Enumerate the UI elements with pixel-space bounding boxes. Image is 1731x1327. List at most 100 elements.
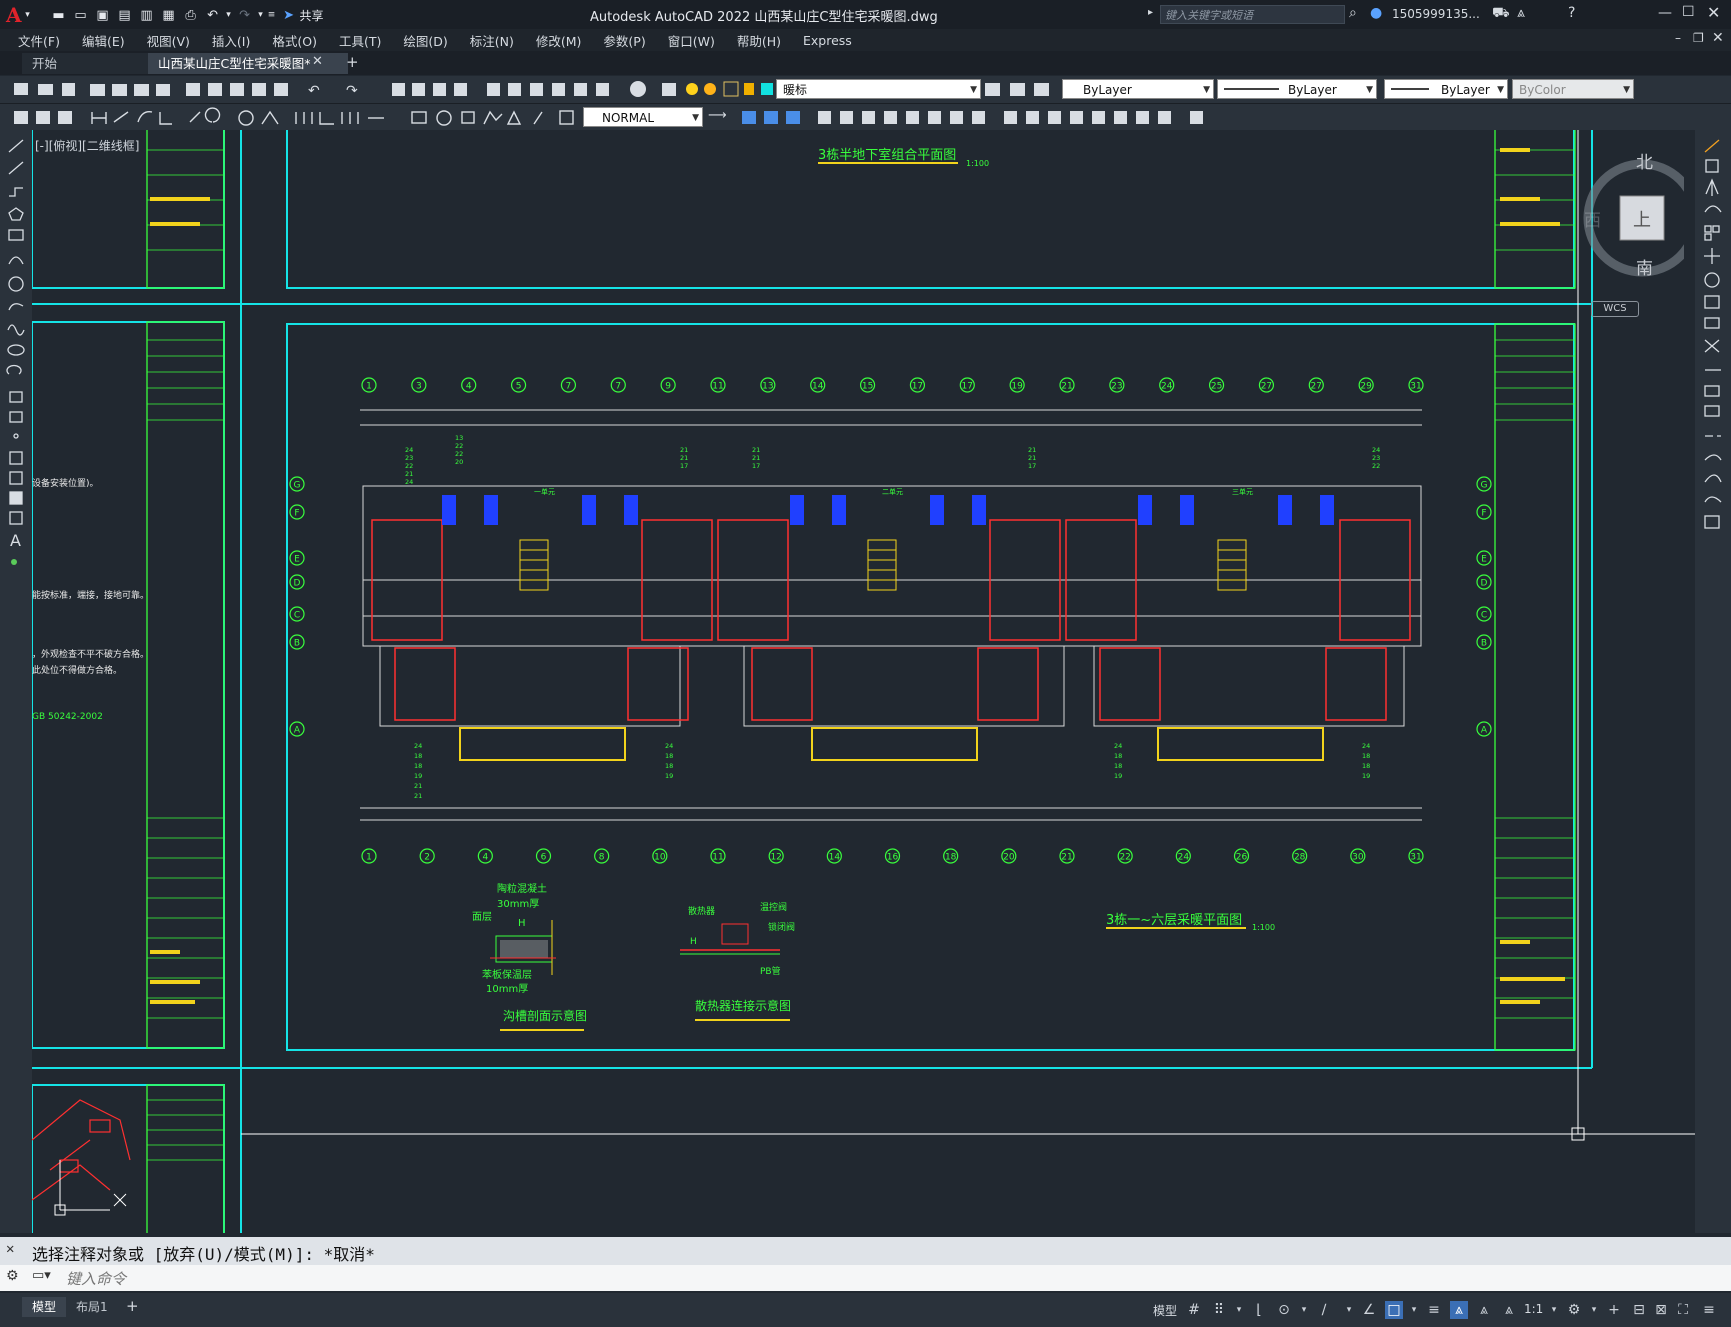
menu-dimension[interactable]: 标注(N) [459, 31, 525, 50]
lineweight-dropdown-arrow-icon: ▼ [1497, 85, 1504, 95]
transparency-icon[interactable]: ≡ [1425, 1301, 1443, 1319]
svg-text:17: 17 [1028, 462, 1036, 470]
maximize-icon[interactable]: ☐ [1682, 4, 1695, 20]
save-as-icon[interactable]: ▤ [114, 5, 136, 25]
tab-model[interactable]: 模型 [22, 1297, 67, 1317]
customize-qat-icon[interactable]: ≡ [266, 5, 278, 25]
help-icon[interactable]: ? [1568, 5, 1575, 21]
svg-text:21: 21 [1028, 446, 1036, 454]
layer-dropdown[interactable]: 暖标 ▼ [776, 79, 981, 99]
osnap-tracking-icon[interactable]: ∕ [1315, 1301, 1333, 1319]
autodesk-app-icon[interactable]: ⩓ [1517, 5, 1525, 21]
command-input[interactable]: 键入命令 [66, 1268, 126, 1289]
chamfer-icon [1704, 454, 1722, 461]
command-close-icon[interactable]: ✕ [6, 1241, 14, 1257]
model-space-toggle[interactable]: 模型 [1153, 1302, 1177, 1319]
menu-window[interactable]: 窗口(W) [657, 31, 726, 50]
command-input-bar[interactable]: ⚙ ▭▾ 键入命令 [0, 1265, 1731, 1291]
wcs-menu[interactable]: WCS [1591, 301, 1639, 317]
modify-toolbar-icons[interactable] [1695, 130, 1731, 550]
polar-dropdown-icon[interactable]: ▾ [1295, 1301, 1313, 1319]
cart-icon[interactable]: ⛟ [1492, 5, 1510, 23]
search-input[interactable]: 键入关键字或短语 [1160, 5, 1345, 24]
snap-icon[interactable]: ⠿ [1210, 1301, 1228, 1319]
tab-start[interactable]: 开始 [22, 53, 160, 74]
menu-express[interactable]: Express [792, 33, 863, 48]
doc-minimize-icon[interactable]: – [1675, 31, 1681, 45]
osnap-dropdown-icon[interactable]: ▾ [1340, 1301, 1358, 1319]
minimize-icon[interactable]: — [1658, 5, 1672, 21]
app-menu-chevron-icon[interactable]: ▾ [22, 5, 34, 25]
annotation-scale[interactable]: 1:1 [1524, 1302, 1543, 1316]
tab-layout1[interactable]: 布局1 [66, 1297, 118, 1317]
menu-draw[interactable]: 绘图(D) [392, 31, 458, 50]
redo-dropdown-icon[interactable]: ▾ [256, 5, 266, 25]
undo-icon[interactable]: ↶ [202, 5, 224, 25]
share-label[interactable]: 共享 [300, 7, 324, 24]
menu-file[interactable]: 文件(F) [0, 31, 71, 50]
menu-insert[interactable]: 插入(I) [201, 31, 261, 50]
draw-toolbar-icons[interactable]: A [0, 130, 32, 590]
viewport-label[interactable]: [-][俯视][二维线框] [35, 138, 139, 153]
object-snap-dropdown-icon[interactable]: ▾ [1405, 1301, 1423, 1319]
drawing-area[interactable]: [-][俯视][二维线框] 设备安装位置)。 能按标准，端接，接地可靠。 ，外观… [32, 130, 1695, 1233]
scale-dropdown-icon[interactable]: ▾ [1545, 1301, 1563, 1319]
tab-close-icon[interactable]: ✕ [312, 54, 323, 69]
menu-modify[interactable]: 修改(M) [525, 31, 593, 50]
doc-restore-icon[interactable]: ❐ [1693, 31, 1704, 45]
annotation-visibility-icon[interactable]: ⩓ [1450, 1301, 1468, 1319]
doc-close-icon[interactable]: ✕ [1712, 30, 1724, 46]
anno-autoscale-icon [1136, 111, 1149, 124]
user-icon[interactable]: ● [1370, 5, 1382, 21]
workspace-dropdown-icon[interactable]: ▾ [1585, 1301, 1603, 1319]
workspace-icon[interactable]: ⚙ [1565, 1301, 1583, 1319]
plotstyle-dropdown[interactable]: ByColor ▼ [1512, 79, 1634, 99]
menu-format[interactable]: 格式(O) [261, 31, 328, 50]
new-file-icon[interactable]: ▬ [48, 5, 70, 25]
user-account[interactable]: 1505999135... [1392, 7, 1480, 21]
open-web-icon[interactable]: ▥ [136, 5, 158, 25]
grid-icon[interactable]: # [1185, 1301, 1203, 1319]
undo-dropdown-icon[interactable]: ▾ [224, 5, 234, 25]
units-icon[interactable]: ⊟ [1630, 1301, 1648, 1319]
menu-help[interactable]: 帮助(H) [726, 31, 792, 50]
polar-icon[interactable]: ⊙ [1275, 1301, 1293, 1319]
auto-scale-icon[interactable]: ⩓ [1475, 1301, 1493, 1319]
search-icon[interactable]: ⌕ [1349, 5, 1357, 21]
viewcube[interactable]: 上 北 南 东 西 [1564, 136, 1684, 296]
anno-scale-icon[interactable]: ⩓ [1500, 1301, 1518, 1319]
dimension-toolbar-icons[interactable] [0, 104, 1731, 131]
close-icon[interactable]: ✕ [1707, 3, 1720, 22]
fullscreen-icon[interactable]: ⛶ [1674, 1301, 1692, 1319]
add-layout-icon[interactable]: + [126, 1297, 139, 1315]
leader-style-icon[interactable]: ⟶ [708, 108, 727, 123]
menu-parametric[interactable]: 参数(P) [592, 31, 656, 50]
designcenter-icon [508, 83, 521, 96]
open-file-icon[interactable]: ▭ [70, 5, 92, 25]
search-expand-icon[interactable]: ▸ [1148, 7, 1153, 18]
annotation-monitor-icon[interactable]: + [1605, 1301, 1623, 1319]
new-tab-icon[interactable]: + [346, 53, 359, 71]
customization-icon[interactable]: ≡ [1700, 1301, 1718, 1319]
color-dropdown[interactable]: ByLayer ▼ [1062, 79, 1214, 99]
lineweight-toggle-icon[interactable]: ∠ [1360, 1301, 1378, 1319]
save-web-icon[interactable]: ▦ [158, 5, 180, 25]
drawing-svg[interactable]: [-][俯视][二维线框] 设备安装位置)。 能按标准，端接，接地可靠。 ，外观… [32, 130, 1695, 1233]
menu-edit[interactable]: 编辑(E) [71, 31, 136, 50]
share-icon[interactable]: ➤ [278, 5, 300, 25]
svg-text:21: 21 [1028, 454, 1036, 462]
isolate-icon[interactable]: ⊠ [1652, 1301, 1670, 1319]
ortho-icon[interactable]: ⌊ [1250, 1301, 1268, 1319]
autocad-logo-icon[interactable]: A [6, 3, 22, 27]
save-icon[interactable]: ▣ [92, 5, 114, 25]
customize-command-icon[interactable]: ⚙ [6, 1268, 19, 1284]
object-snap-icon[interactable]: □ [1385, 1301, 1403, 1319]
textstyle-dropdown[interactable]: NORMAL ▼ [583, 107, 703, 127]
plot-icon[interactable]: ⎙ [180, 5, 202, 25]
redo-icon[interactable]: ↷ [234, 5, 256, 25]
floor-plan-scale: 1:100 [1252, 923, 1275, 932]
menu-view[interactable]: 视图(V) [136, 31, 201, 50]
menu-tools[interactable]: 工具(T) [328, 31, 392, 50]
command-prompt-icon[interactable]: ▭▾ [32, 1268, 51, 1283]
snap-dropdown-icon[interactable]: ▾ [1230, 1301, 1248, 1319]
